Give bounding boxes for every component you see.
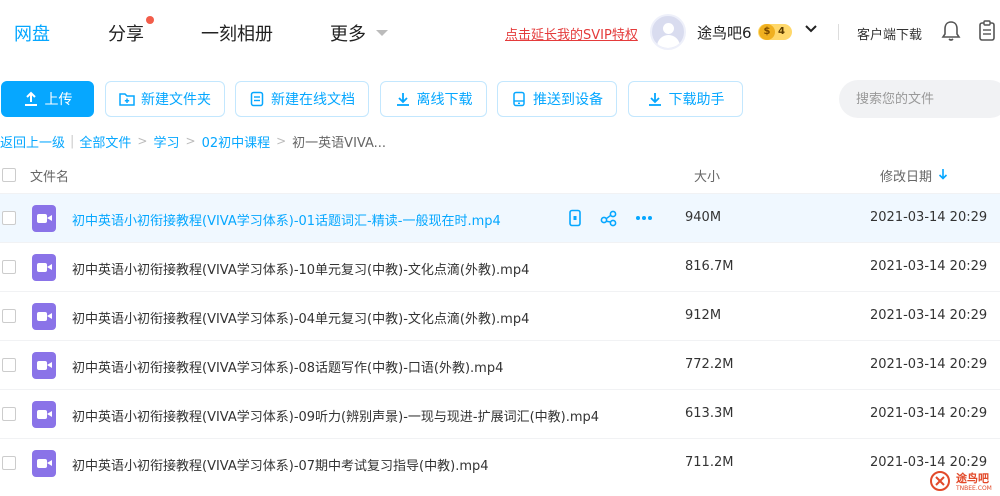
file-modified-date: 2021-03-14 20:29 <box>870 210 988 225</box>
file-modified-date: 2021-03-14 20:29 <box>870 357 988 372</box>
tab-more[interactable]: 更多 <box>330 20 366 46</box>
breadcrumb-junior-course[interactable]: 02初中课程 <box>202 132 271 151</box>
watermark-subtext: TNBEE.COM <box>956 485 992 492</box>
push-to-device-button[interactable]: 推送到设备 <box>497 81 617 117</box>
file-size: 912M <box>685 308 722 323</box>
select-all-checkbox[interactable] <box>2 168 16 182</box>
vip-level-badge: $ 4 <box>758 24 792 40</box>
avatar-head-shape <box>663 23 674 34</box>
upload-icon <box>24 91 37 106</box>
row-checkbox[interactable] <box>2 407 16 421</box>
device-icon <box>513 91 525 107</box>
sort-descending-arrow-icon[interactable] <box>938 168 948 180</box>
avatar[interactable] <box>650 14 686 50</box>
svip-promo-link[interactable]: 点击延长我的SVIP特权 <box>505 24 638 43</box>
chevron-right-icon: > <box>185 134 196 148</box>
video-file-icon <box>32 352 56 379</box>
bell-icon[interactable] <box>941 20 961 42</box>
user-menu-chevron-icon[interactable] <box>804 22 818 36</box>
more-options-icon[interactable] <box>635 209 653 227</box>
share-notification-dot <box>146 16 154 24</box>
file-size: 711.2M <box>685 455 734 470</box>
watermark-text: 途鸟吧 <box>956 472 989 485</box>
push-to-phone-icon[interactable] <box>566 209 584 227</box>
video-file-icon <box>32 205 56 232</box>
video-file-icon <box>32 450 56 477</box>
chevron-right-icon: > <box>137 134 148 148</box>
file-name[interactable]: 初中英语小初衔接教程(VIVA学习体系)-08话题写作(中教)-口语(外教).m… <box>72 357 503 376</box>
clipboard-icon[interactable] <box>978 20 996 42</box>
new-folder-button[interactable]: 新建文件夹 <box>105 81 225 117</box>
video-file-icon <box>32 401 56 428</box>
download-icon <box>396 93 409 106</box>
avatar-body-shape <box>657 35 680 48</box>
row-checkbox[interactable] <box>2 456 16 470</box>
row-checkbox[interactable] <box>2 260 16 274</box>
video-file-icon <box>32 303 56 330</box>
video-file-icon <box>32 254 56 281</box>
row-checkbox[interactable] <box>2 309 16 323</box>
new-online-doc-button[interactable]: 新建在线文档 <box>235 81 369 117</box>
file-size: 613.3M <box>685 406 734 421</box>
breadcrumb-study[interactable]: 学习 <box>153 132 179 151</box>
column-header-name[interactable]: 文件名 <box>30 166 69 185</box>
upload-label: 上传 <box>44 92 73 108</box>
column-header-modified[interactable]: 修改日期 <box>880 166 932 185</box>
row-checkbox[interactable] <box>2 358 16 372</box>
file-size: 772.2M <box>685 357 734 372</box>
username[interactable]: 途鸟吧6 <box>697 22 752 43</box>
table-row[interactable]: 初中英语小初衔接教程(VIVA学习体系)-07期中考试复习指导(中教).mp4 … <box>0 438 1000 487</box>
more-caret-icon[interactable] <box>376 30 388 36</box>
tab-share[interactable]: 分享 <box>108 20 144 46</box>
table-row[interactable]: 初中英语小初衔接教程(VIVA学习体系)-08话题写作(中教)-口语(外教).m… <box>0 340 1000 389</box>
upload-button[interactable]: 上传 <box>1 81 94 117</box>
file-modified-date: 2021-03-14 20:29 <box>870 308 988 323</box>
top-nav: 网盘 分享 一刻相册 更多 点击延长我的SVIP特权 途鸟吧6 $ 4 客户端下… <box>0 0 1000 64</box>
new-folder-label: 新建文件夹 <box>141 92 211 108</box>
tab-moment-album[interactable]: 一刻相册 <box>201 20 273 46</box>
table-row[interactable]: 初中英语小初衔接教程(VIVA学习体系)-01话题词汇-精读-一般现在时.mp4… <box>0 193 1000 242</box>
vip-level: 4 <box>778 26 785 37</box>
file-size: 816.7M <box>685 259 734 274</box>
column-header-size[interactable]: 大小 <box>694 166 720 185</box>
push-to-device-label: 推送到设备 <box>533 92 603 108</box>
breadcrumb-current: 初一英语VIVA... <box>292 135 387 151</box>
client-download-link[interactable]: 客户端下载 <box>857 24 922 43</box>
chevron-right-icon: > <box>276 134 287 148</box>
table-header: 文件名 大小 修改日期 <box>0 160 1000 190</box>
row-checkbox[interactable] <box>2 211 16 225</box>
file-modified-date: 2021-03-14 20:29 <box>870 406 988 421</box>
download-helper-button[interactable]: 下载助手 <box>628 81 743 117</box>
table-row[interactable]: 初中英语小初衔接教程(VIVA学习体系)-04单元复习(中教)-文化点滴(外教)… <box>0 291 1000 340</box>
download-helper-label: 下载助手 <box>668 92 725 108</box>
new-online-doc-label: 新建在线文档 <box>271 92 355 108</box>
file-name[interactable]: 初中英语小初衔接教程(VIVA学习体系)-01话题词汇-精读-一般现在时.mp4 <box>72 210 501 229</box>
share-icon[interactable] <box>600 209 618 227</box>
breadcrumb: 返回上一级 | 全部文件 > 学习 > 02初中课程 > 初一英语VIVA... <box>0 132 387 151</box>
breadcrumb-divider: | <box>70 133 75 149</box>
file-name[interactable]: 初中英语小初衔接教程(VIVA学习体系)-04单元复习(中教)-文化点滴(外教)… <box>72 308 529 327</box>
folder-add-icon <box>119 93 135 106</box>
file-modified-date: 2021-03-14 20:29 <box>870 259 988 274</box>
offline-download-button[interactable]: 离线下载 <box>380 81 487 117</box>
file-name[interactable]: 初中英语小初衔接教程(VIVA学习体系)-07期中考试复习指导(中教).mp4 <box>72 455 489 474</box>
download-helper-icon <box>648 93 661 106</box>
file-size: 940M <box>685 210 722 225</box>
tab-netdisk[interactable]: 网盘 <box>14 20 50 46</box>
vip-coin-icon: $ <box>759 24 775 40</box>
back-link[interactable]: 返回上一级 <box>0 132 65 151</box>
document-icon <box>250 91 264 107</box>
file-name[interactable]: 初中英语小初衔接教程(VIVA学习体系)-10单元复习(中教)-文化点滴(外教)… <box>72 259 529 278</box>
nav-divider <box>838 24 839 40</box>
offline-download-label: 离线下载 <box>416 92 473 108</box>
table-row[interactable]: 初中英语小初衔接教程(VIVA学习体系)-10单元复习(中教)-文化点滴(外教)… <box>0 242 1000 291</box>
breadcrumb-all-files[interactable]: 全部文件 <box>79 132 131 151</box>
table-row[interactable]: 初中英语小初衔接教程(VIVA学习体系)-09听力(辨别声景)-一现与现进-扩展… <box>0 389 1000 438</box>
search-input[interactable] <box>839 80 1000 118</box>
file-name[interactable]: 初中英语小初衔接教程(VIVA学习体系)-09听力(辨别声景)-一现与现进-扩展… <box>72 406 599 425</box>
